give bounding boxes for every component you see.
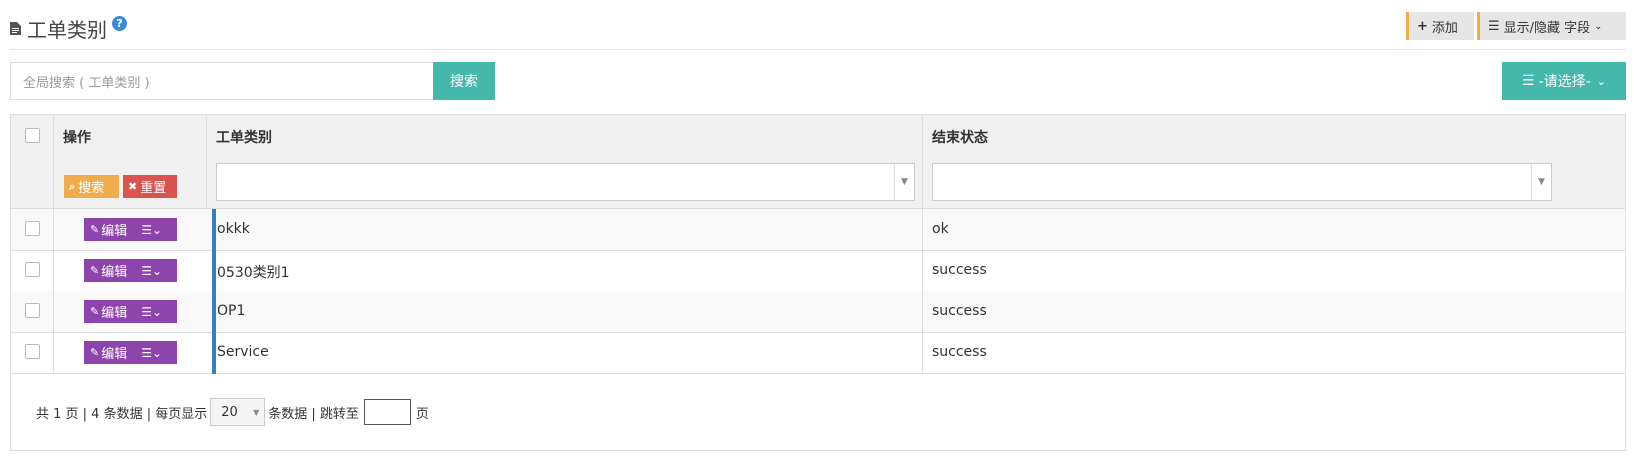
row-accent-bar bbox=[212, 291, 216, 333]
page-size-value: 20 bbox=[221, 404, 238, 420]
page-header: 工单类别 ? + 添加 ☰ 显示/隐藏 字段 ⌄ bbox=[10, 10, 1626, 50]
end-status-cell: success bbox=[932, 344, 987, 360]
caret-down-icon: ▼ bbox=[1531, 164, 1551, 200]
row-menu-icon[interactable]: ☰⌄ bbox=[141, 223, 162, 237]
column-divider bbox=[922, 291, 923, 333]
column-header-end-status: 结束状态 bbox=[932, 130, 988, 146]
column-divider bbox=[922, 250, 923, 292]
row-menu-icon[interactable]: ☰⌄ bbox=[141, 264, 162, 278]
row-checkbox[interactable] bbox=[25, 262, 40, 277]
column-divider bbox=[922, 115, 923, 209]
table-row: ✎ 编辑 ☰⌄ 0530类别1 success bbox=[11, 250, 1625, 292]
row-accent-bar bbox=[212, 209, 216, 251]
column-divider bbox=[922, 332, 923, 374]
list-icon: ☰ bbox=[1488, 18, 1500, 34]
search-button[interactable]: 搜索 bbox=[433, 62, 495, 100]
category-cell: Service bbox=[217, 344, 269, 360]
column-header-category: 工单类别 bbox=[216, 130, 272, 146]
category-cell: okkk bbox=[217, 221, 250, 237]
edit-icon: ✎ bbox=[90, 346, 100, 359]
plus-icon: + bbox=[1417, 18, 1428, 34]
page-size-select[interactable]: 20 ▼ bbox=[210, 398, 266, 426]
page-title: 工单类别 bbox=[27, 18, 107, 42]
table-row: ✎ 编辑 ☰⌄ OP1 success bbox=[11, 291, 1625, 333]
add-button-label: 添加 bbox=[1431, 20, 1458, 36]
row-menu-icon[interactable]: ☰⌄ bbox=[141, 346, 162, 360]
pagination-summary: 共 1 页 | 4 条数据 | 每页显示 bbox=[36, 406, 208, 422]
document-icon bbox=[10, 22, 21, 35]
column-divider bbox=[53, 115, 54, 209]
edit-button[interactable]: ✎ 编辑 ☰⌄ bbox=[84, 341, 177, 364]
column-divider bbox=[53, 291, 54, 333]
end-status-cell: success bbox=[932, 303, 987, 319]
edit-button-label: 编辑 bbox=[101, 306, 128, 321]
table-row: ✎ 编辑 ☰⌄ Service success bbox=[11, 332, 1625, 374]
pagination: 共 1 页 | 4 条数据 | 每页显示 20 ▼ 条数据 | 跳转至 页 bbox=[36, 398, 429, 426]
filter-reset-button[interactable]: ✖ 重置 bbox=[123, 175, 177, 198]
end-status-cell: ok bbox=[932, 221, 949, 237]
edit-button-label: 编辑 bbox=[101, 265, 128, 280]
caret-down-icon: ▼ bbox=[894, 164, 914, 200]
pagination-page-suffix: 页 bbox=[415, 406, 429, 422]
row-checkbox[interactable] bbox=[25, 344, 40, 359]
page-jump-input[interactable] bbox=[363, 399, 411, 425]
row-checkbox[interactable] bbox=[25, 221, 40, 236]
pagination-jump-label: 条数据 | 跳转至 bbox=[268, 406, 359, 422]
global-search-input[interactable]: 全局搜索 ( 工单类别 ) bbox=[10, 62, 434, 100]
edit-icon: ✎ bbox=[90, 223, 100, 236]
edit-button[interactable]: ✎ 编辑 ☰⌄ bbox=[84, 300, 177, 323]
column-divider bbox=[53, 250, 54, 292]
edit-icon: ✎ bbox=[90, 264, 100, 277]
table-row: ✎ 编辑 ☰⌄ okkk ok bbox=[11, 209, 1625, 251]
select-dropdown[interactable]: ☰ -请选择- ⌄ bbox=[1502, 62, 1626, 100]
edit-button[interactable]: ✎ 编辑 ☰⌄ bbox=[84, 218, 177, 241]
table-header: 操作 工单类别 结束状态 ⌕ 搜索 ✖ 重置 ▼ ▼ bbox=[11, 115, 1625, 209]
select-dropdown-label: -请选择- bbox=[1538, 74, 1591, 90]
filter-search-button[interactable]: ⌕ 搜索 bbox=[64, 175, 119, 198]
close-icon: ✖ bbox=[128, 180, 138, 193]
column-divider bbox=[53, 209, 54, 251]
category-filter-select[interactable]: ▼ bbox=[216, 163, 915, 201]
title-wrap: 工单类别 ? bbox=[10, 14, 127, 43]
row-accent-bar bbox=[212, 332, 216, 374]
column-divider bbox=[922, 209, 923, 251]
edit-button-label: 编辑 bbox=[101, 224, 128, 239]
end-status-filter-select[interactable]: ▼ bbox=[932, 163, 1552, 201]
select-all-checkbox[interactable] bbox=[25, 128, 40, 143]
chevron-down-icon: ⌄ bbox=[1594, 20, 1603, 32]
row-checkbox[interactable] bbox=[25, 303, 40, 318]
help-icon[interactable]: ? bbox=[112, 16, 127, 31]
column-header-actions: 操作 bbox=[63, 130, 91, 146]
end-status-cell: success bbox=[932, 262, 987, 278]
column-divider bbox=[206, 115, 207, 209]
data-table: 操作 工单类别 结束状态 ⌕ 搜索 ✖ 重置 ▼ ▼ ✎ 编辑 ☰⌄ okkk … bbox=[10, 114, 1626, 451]
edit-button-label: 编辑 bbox=[101, 347, 128, 362]
search-icon: ⌕ bbox=[69, 179, 76, 193]
edit-button[interactable]: ✎ 编辑 ☰⌄ bbox=[84, 259, 177, 282]
toggle-columns-label: 显示/隐藏 字段 bbox=[1503, 20, 1591, 36]
category-cell: 0530类别1 bbox=[217, 265, 290, 281]
category-cell: OP1 bbox=[217, 303, 246, 319]
list-icon: ☰ bbox=[1522, 73, 1535, 89]
filter-reset-label: 重置 bbox=[140, 181, 167, 196]
row-menu-icon[interactable]: ☰⌄ bbox=[141, 305, 162, 319]
chevron-down-icon: ⌄ bbox=[1596, 74, 1606, 88]
toggle-columns-button[interactable]: ☰ 显示/隐藏 字段 ⌄ bbox=[1477, 12, 1626, 40]
add-button[interactable]: + 添加 bbox=[1406, 12, 1474, 40]
row-accent-bar bbox=[212, 250, 216, 292]
edit-icon: ✎ bbox=[90, 305, 100, 318]
filter-search-label: 搜索 bbox=[78, 181, 105, 196]
caret-down-icon: ▼ bbox=[253, 408, 260, 417]
column-divider bbox=[53, 332, 54, 374]
